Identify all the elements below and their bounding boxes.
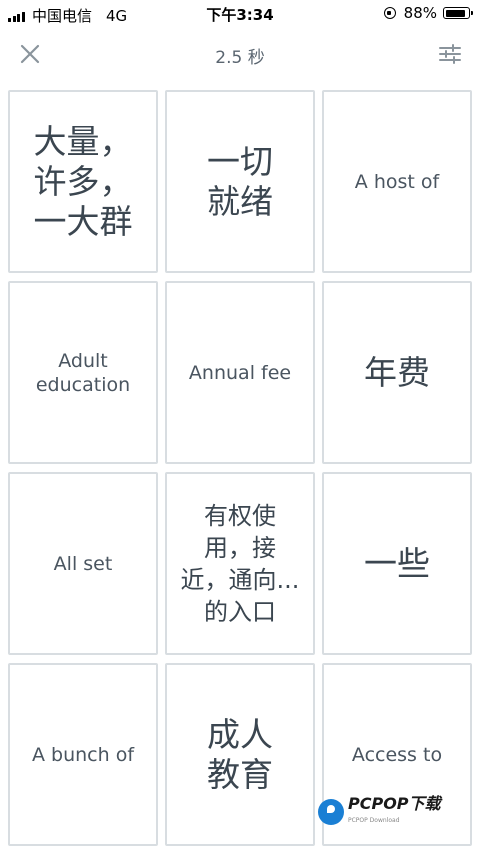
tile-text: Annual fee bbox=[188, 361, 292, 384]
header: 2.5 秒 bbox=[0, 30, 480, 78]
watermark-subtitle: PCPOP Download bbox=[348, 816, 400, 824]
match-tile[interactable]: 大量， 许多， 一大群 bbox=[8, 90, 158, 273]
tile-text: Access to bbox=[351, 743, 443, 766]
watermark: PCPOP下载 PCPOP Download bbox=[318, 794, 478, 830]
tile-text: A host of bbox=[354, 170, 440, 193]
tile-text: 一切 就绪 bbox=[207, 141, 273, 221]
rotation-lock-icon bbox=[383, 7, 396, 19]
match-tile[interactable]: 一切 就绪 bbox=[165, 90, 315, 273]
pcpop-logo-icon bbox=[318, 799, 344, 825]
match-tile[interactable]: A bunch of bbox=[8, 663, 158, 846]
tile-text: 成人 教育 bbox=[207, 714, 273, 794]
match-tile[interactable]: Adult education bbox=[8, 281, 158, 464]
tile-text: All set bbox=[53, 552, 113, 575]
match-tile[interactable]: All set bbox=[8, 472, 158, 655]
tile-text: 年费 bbox=[364, 352, 430, 392]
status-bar: 中国电信 4G 下午3:34 88% bbox=[0, 0, 480, 28]
watermark-title-text: PCPOP下载 bbox=[348, 793, 441, 813]
tile-text: 一些 bbox=[364, 543, 430, 583]
battery-icon bbox=[443, 7, 473, 19]
match-tile[interactable]: A host of bbox=[322, 90, 472, 273]
status-right: 88% bbox=[383, 4, 473, 22]
battery-percent: 88% bbox=[403, 4, 437, 22]
match-tile[interactable]: 年费 bbox=[322, 281, 472, 464]
tile-text: Adult education bbox=[35, 349, 131, 396]
match-tile[interactable]: Annual fee bbox=[165, 281, 315, 464]
tile-text: 大量， 许多， 一大群 bbox=[33, 121, 133, 241]
match-tile[interactable]: 一些 bbox=[322, 472, 472, 655]
match-tile[interactable]: 有权使 用，接 近，通向... 的入口 bbox=[165, 472, 315, 655]
match-grid: 大量， 许多， 一大群 一切 就绪 A host of Adult education… bbox=[8, 90, 472, 846]
timer-display: 2.5 秒 bbox=[215, 48, 265, 68]
battery-fill bbox=[445, 9, 465, 17]
settings-button[interactable] bbox=[434, 38, 466, 70]
match-tile[interactable]: 成人 教育 bbox=[165, 663, 315, 846]
watermark-title: PCPOP下载 PCPOP Download bbox=[348, 793, 441, 829]
tile-text: A bunch of bbox=[31, 743, 135, 766]
tile-text: 有权使 用，接 近，通向... 的入口 bbox=[180, 501, 300, 626]
sliders-icon bbox=[439, 44, 461, 64]
